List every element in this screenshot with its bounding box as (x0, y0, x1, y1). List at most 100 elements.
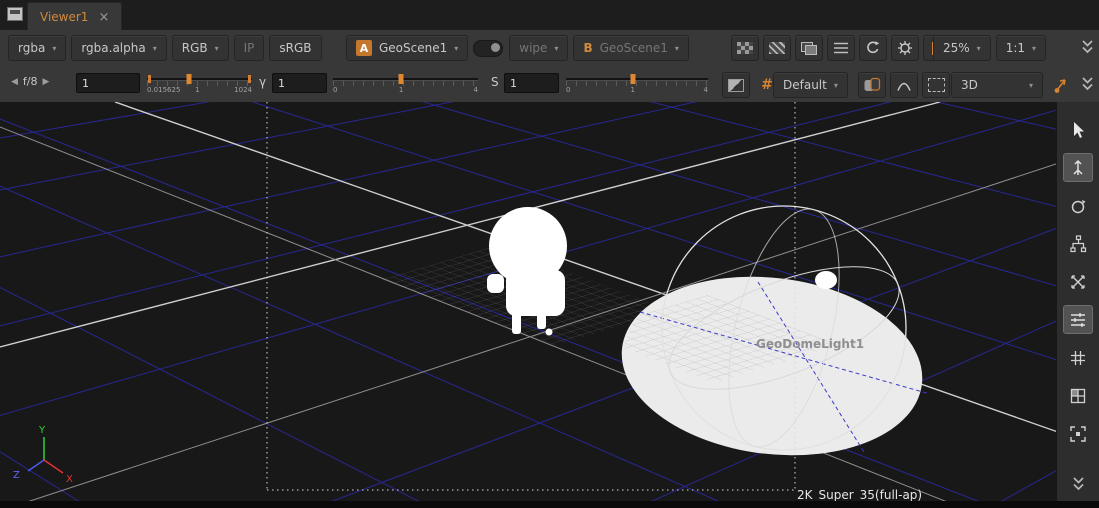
saturation-value: 1 (510, 77, 517, 90)
layer-label: rgba (18, 41, 45, 55)
sliders-icon (1068, 310, 1088, 330)
tab-close-icon[interactable]: × (98, 11, 109, 24)
saturation-field[interactable]: 1 (504, 73, 559, 93)
proxy-toggle-button[interactable] (722, 72, 750, 98)
gamma-symbol: γ (259, 75, 266, 89)
compare-overlay-button[interactable] (795, 35, 823, 61)
chevron-down-icon: ▾ (52, 44, 56, 53)
chevron-down-icon: ▾ (977, 44, 981, 53)
checkerboard-button[interactable] (731, 35, 759, 61)
gain-tick-label: 0.015625 (147, 86, 180, 94)
saturation-slider-handle[interactable] (630, 74, 635, 84)
gain-field[interactable]: 1 (76, 73, 140, 93)
quad-view-icon (1068, 386, 1088, 406)
chevron-down-icon: ▾ (554, 44, 558, 53)
wipe-toggle-knob (491, 43, 500, 52)
channels-dropdown[interactable]: RGB ▾ (172, 35, 229, 61)
zoom-level: 25% (943, 41, 970, 55)
input-a-value: GeoScene1 (379, 41, 447, 55)
view-mode-dropdown[interactable]: 3D ▾ (951, 72, 1043, 98)
gain-slider-track (147, 78, 252, 80)
saturation-tick-label: 1 (631, 86, 635, 94)
compare-overlay-icon (801, 42, 817, 55)
input-b-dropdown[interactable]: B GeoScene1 ▾ (573, 35, 688, 61)
lut-curve-button[interactable] (890, 72, 918, 98)
marquee-select-button[interactable] (922, 72, 950, 98)
gamma-value: 1 (278, 77, 285, 90)
stereo-views-button[interactable] (858, 72, 886, 98)
sidebar-collapse-button[interactable] (1057, 475, 1099, 492)
gamma-slider[interactable]: 0 1 4 (333, 71, 478, 97)
input-a-dropdown[interactable]: A GeoScene1 ▾ (346, 35, 468, 61)
layer-dropdown[interactable]: rgba ▾ (8, 35, 66, 61)
gain-slider[interactable]: 0.015625 1 1024 (147, 71, 252, 97)
scene-graph-button[interactable] (1063, 229, 1093, 258)
pane-menu-icon[interactable] (7, 7, 23, 21)
dome-light-handle[interactable] (815, 271, 837, 289)
wipe-mode-dropdown[interactable]: wipe ▾ (509, 35, 568, 61)
stereo-masks-icon (863, 77, 881, 93)
frame-toolbar-collapse-button[interactable] (1080, 75, 1095, 92)
gain-range-end (248, 75, 251, 83)
frame-toolbar: ◀ f/8 ▶ 1 0.015625 1 1024 γ 1 0 1 4 (0, 65, 1099, 103)
tab-viewer1[interactable]: Viewer1 × (27, 2, 122, 31)
free-move-button[interactable] (1063, 267, 1093, 296)
axis-gizmo: Y X Z (13, 425, 73, 485)
diagonal-stripes-button[interactable] (763, 35, 791, 61)
grid-snap-button[interactable] (1063, 343, 1093, 372)
select-tool-button[interactable] (1063, 115, 1093, 144)
window-bottom-edge (0, 501, 1099, 508)
quad-view-button[interactable] (1063, 381, 1093, 410)
viewer-process-label: Default (783, 78, 827, 92)
gamma-slider-handle[interactable] (399, 74, 404, 84)
zoom-dropdown[interactable]: 25% ▾ (933, 35, 991, 61)
curve-icon (896, 78, 912, 92)
input-process-button[interactable]: IP (234, 35, 265, 61)
view-mode-label: 3D (961, 78, 978, 92)
axis-y-label: Y (38, 425, 46, 436)
saturation-slider-ticks (566, 81, 708, 86)
chevron-down-icon: ▾ (153, 44, 157, 53)
frame-brackets-icon (1068, 424, 1088, 444)
gamma-slider-ticks (333, 81, 478, 86)
viewer-lut-label: sRGB (279, 41, 311, 55)
gear-icon (897, 40, 913, 56)
cursor-icon (1068, 120, 1088, 140)
gain-slider-handle[interactable] (187, 74, 192, 84)
fstop-readout[interactable]: f/8 (23, 75, 38, 88)
gamma-field[interactable]: 1 (272, 73, 327, 93)
pane-menu-inner (10, 10, 20, 14)
alpha-layer-dropdown[interactable]: rgba.alpha ▾ (71, 35, 166, 61)
rotate-tool-button[interactable] (1063, 191, 1093, 220)
viewport-area: GeoDomeLight1 2K_Super_35(full-ap) Y X Z (0, 102, 1099, 501)
wipe-mode-label: wipe (519, 41, 547, 55)
gain-tick-label: 1024 (234, 86, 252, 94)
hierarchy-icon (1068, 234, 1088, 254)
translate-tool-button[interactable] (1063, 153, 1093, 182)
gamma-slider-track (333, 78, 478, 80)
saturation-slider[interactable]: 0 1 4 (566, 71, 708, 97)
dome-light[interactable]: GeoDomeLight1 (583, 198, 932, 472)
viewer-lut-button[interactable]: sRGB (269, 35, 321, 61)
viewer-process-dropdown[interactable]: Default ▾ (773, 72, 848, 98)
gear-button[interactable] (891, 35, 919, 61)
input-b-badge: B (583, 41, 592, 55)
toolbar-collapse-button[interactable] (1080, 38, 1095, 55)
proxy-scale-dropdown[interactable]: 1:1 ▾ (996, 35, 1046, 61)
alpha-layer-label: rgba.alpha (81, 41, 145, 55)
gizmo-button[interactable] (1048, 73, 1074, 97)
gain-next-icon[interactable]: ▶ (43, 77, 50, 87)
gamma-tick-label: 4 (474, 86, 478, 94)
frame-all-button[interactable] (1063, 419, 1093, 448)
menu-lines-button[interactable] (827, 35, 855, 61)
saturation-label: S (491, 75, 499, 89)
viewport-3d[interactable]: GeoDomeLight1 2K_Super_35(full-ap) Y X Z (0, 102, 1056, 501)
input-a-badge: A (356, 40, 372, 56)
wipe-toggle[interactable] (473, 40, 503, 57)
gain-tick-label: 1 (195, 86, 199, 94)
multi-slider-button[interactable] (1063, 305, 1093, 334)
refresh-button[interactable] (859, 35, 887, 61)
gain-prev-icon[interactable]: ◀ (11, 77, 18, 87)
format-label: 2K_Super_35(full-ap) (797, 488, 922, 501)
axis-x-label: X (66, 474, 73, 485)
